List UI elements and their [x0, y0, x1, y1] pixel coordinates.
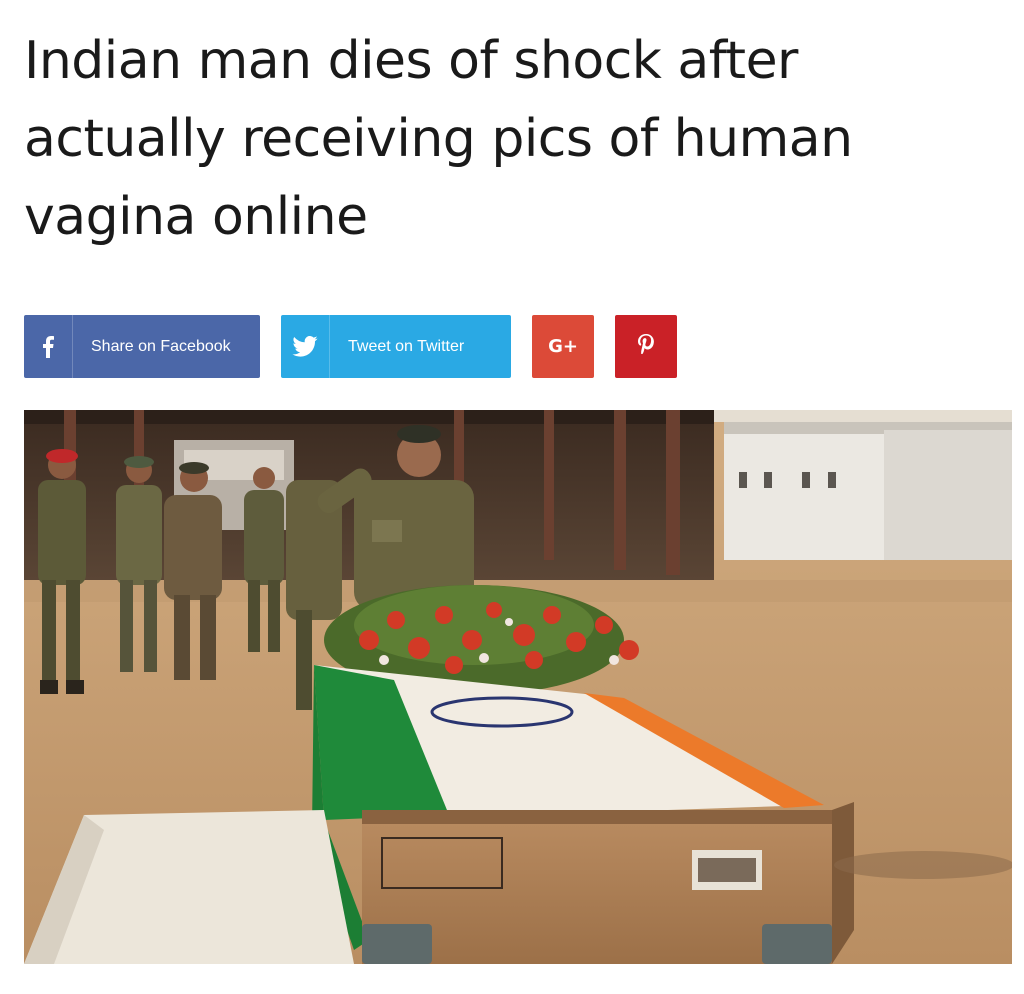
- twitter-bird-icon: [281, 315, 330, 378]
- facebook-icon: [24, 315, 73, 378]
- article-headline: Indian man dies of shock after actually …: [24, 31, 853, 247]
- share-bar: Share on Facebook Tweet on Twitter G+: [24, 315, 677, 378]
- tweet-twitter-label: Tweet on Twitter: [348, 337, 465, 355]
- funeral-scene-illustration: [24, 410, 1012, 964]
- pinterest-icon: [638, 334, 654, 359]
- google-plus-icon: G+: [548, 336, 578, 357]
- share-facebook-button[interactable]: Share on Facebook: [24, 315, 260, 378]
- tweet-twitter-button[interactable]: Tweet on Twitter: [281, 315, 511, 378]
- share-pinterest-button[interactable]: [615, 315, 677, 378]
- share-facebook-label: Share on Facebook: [91, 337, 231, 355]
- article-photo: [24, 410, 1012, 964]
- share-google-plus-button[interactable]: G+: [532, 315, 594, 378]
